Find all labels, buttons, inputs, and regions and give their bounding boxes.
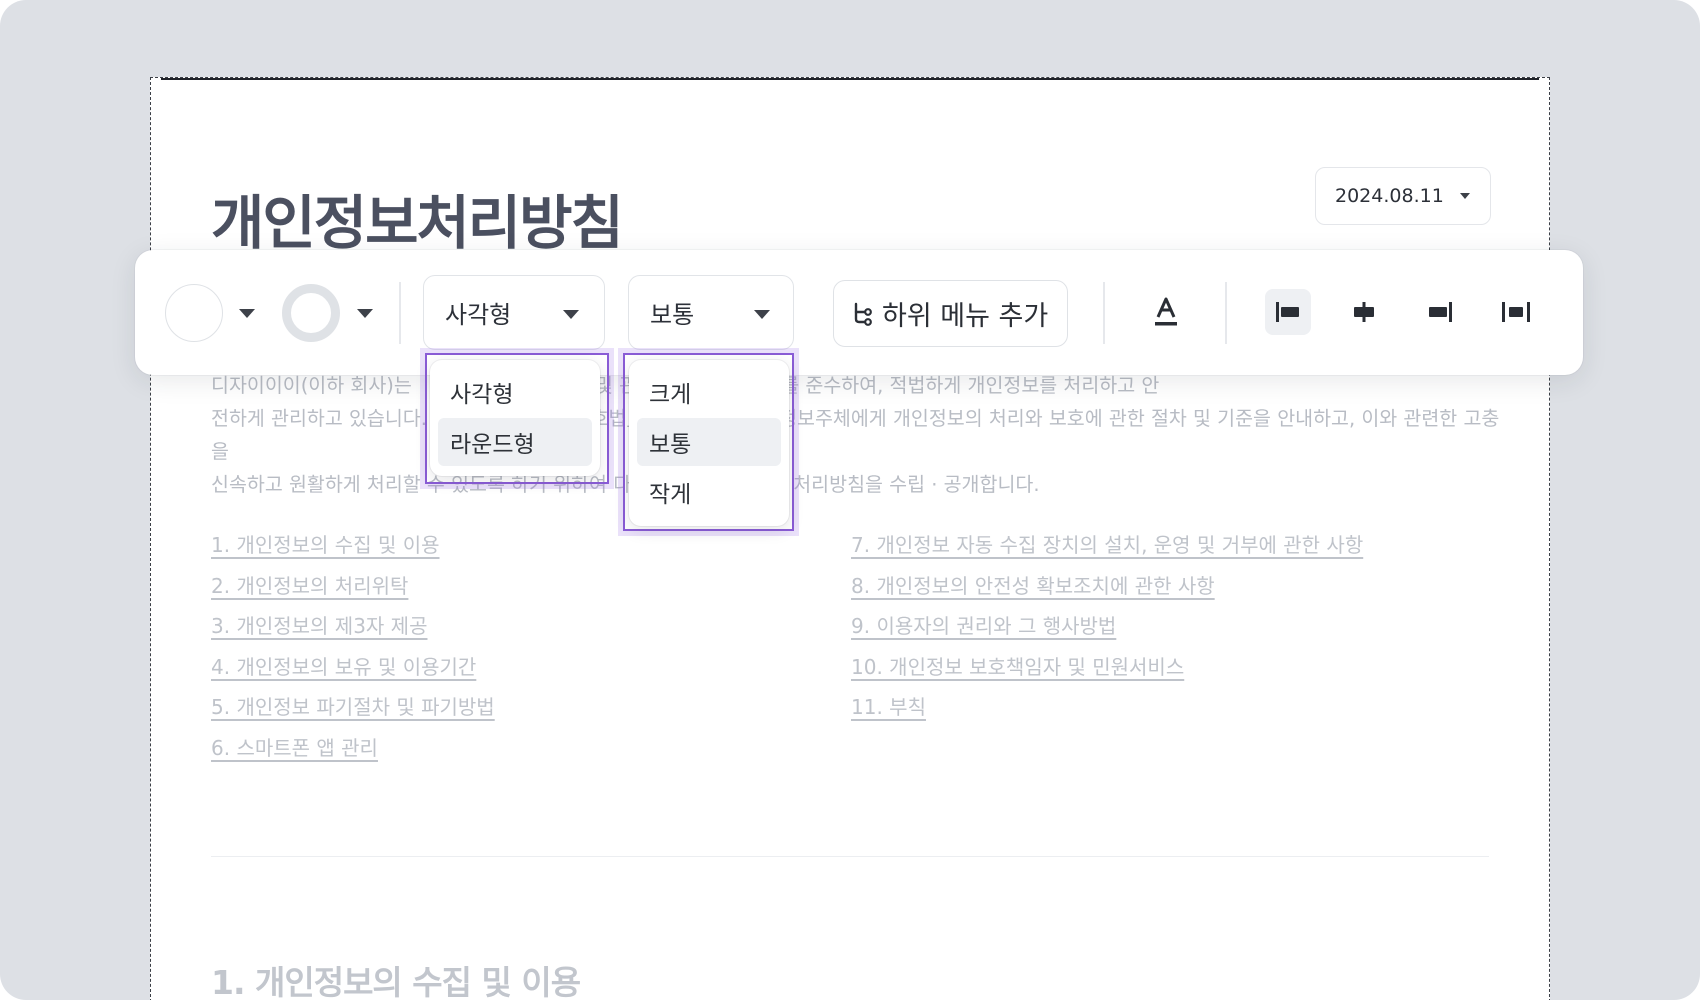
date-select[interactable]: 2024.08.11 bbox=[1315, 167, 1491, 225]
add-submenu-button[interactable]: 하위 메뉴 추가 bbox=[833, 280, 1068, 347]
toc-link[interactable]: 6. 스마트폰 앱 관리 bbox=[211, 728, 495, 769]
shape-option[interactable]: 사각형 bbox=[438, 368, 592, 416]
shape-option[interactable]: 라운드형 bbox=[438, 418, 592, 466]
section-divider bbox=[211, 856, 1489, 857]
toc-link[interactable]: 4. 개인정보의 보유 및 이용기간 bbox=[211, 647, 495, 688]
shape-dropdown: 사각형 라운드형 bbox=[430, 360, 600, 476]
add-submenu-label: 하위 메뉴 추가 bbox=[882, 301, 1049, 332]
align-left-icon bbox=[1276, 302, 1299, 322]
intro-line: 신속하고 원활하게 처리할 수 있도록 하기 위하여 다음과 같이 개인정보 처… bbox=[211, 473, 1040, 496]
text-color-icon bbox=[1155, 297, 1177, 326]
toc-right-column: 7. 개인정보 자동 수집 장치의 설치, 운영 및 거부에 관한 사항 8. … bbox=[851, 525, 1363, 728]
toc-link[interactable]: 11. 부칙 bbox=[851, 687, 1363, 728]
document-page: 개인정보처리방침 2024.08.11 디자이이이(이하 회사)는 「개인정보 … bbox=[150, 77, 1550, 1000]
chevron-down-icon bbox=[1459, 193, 1470, 199]
circle-solid-icon[interactable] bbox=[165, 284, 223, 342]
chevron-down-icon[interactable] bbox=[357, 309, 373, 318]
toc-link[interactable]: 2. 개인정보의 처리위탁 bbox=[211, 566, 495, 607]
align-justify-icon bbox=[1502, 302, 1530, 322]
toolbar-divider bbox=[399, 282, 401, 344]
intro-paragraph: 디자이이이(이하 회사)는 「개인정보 보호법」 및 관계 법령이 정한 바를 … bbox=[211, 369, 1501, 501]
size-option[interactable]: 보통 bbox=[637, 418, 781, 466]
toc-link[interactable]: 8. 개인정보의 안전성 확보조치에 관한 사항 bbox=[851, 566, 1363, 607]
size-option[interactable]: 크게 bbox=[637, 368, 781, 416]
align-center-button[interactable] bbox=[1341, 289, 1387, 335]
intro-line: 전하게 관리하고 있습니다. 이에 「개인정보 보호법」 제30조에 따라 정보… bbox=[211, 407, 1500, 463]
chevron-down-icon bbox=[563, 310, 579, 319]
date-select-value: 2024.08.11 bbox=[1335, 185, 1444, 207]
size-dropdown: 크게 보통 작게 bbox=[629, 360, 789, 526]
shape-select-value: 사각형 bbox=[445, 301, 512, 329]
page-top-border bbox=[161, 78, 1539, 80]
size-option[interactable]: 작게 bbox=[637, 468, 781, 516]
align-right-icon bbox=[1429, 302, 1452, 322]
align-justify-button[interactable] bbox=[1493, 289, 1539, 335]
page-title: 개인정보처리방침 bbox=[211, 189, 624, 257]
toc-link[interactable]: 10. 개인정보 보호책임자 및 민원서비스 bbox=[851, 647, 1363, 688]
toc-link[interactable]: 5. 개인정보 파기절차 및 파기방법 bbox=[211, 687, 495, 728]
circle-ring-icon[interactable] bbox=[282, 284, 340, 342]
align-left-button[interactable] bbox=[1265, 289, 1311, 335]
align-right-button[interactable] bbox=[1417, 289, 1463, 335]
toc-link[interactable]: 7. 개인정보 자동 수집 장치의 설치, 운영 및 거부에 관한 사항 bbox=[851, 525, 1363, 566]
toolbar-divider bbox=[1103, 282, 1105, 344]
align-center-icon bbox=[1354, 302, 1374, 322]
chevron-down-icon bbox=[754, 310, 770, 319]
toolbar-divider bbox=[1225, 282, 1227, 344]
chevron-down-icon[interactable] bbox=[239, 309, 255, 318]
floating-toolbar: 사각형 보통 하위 메뉴 추가 bbox=[135, 250, 1583, 375]
branch-icon bbox=[854, 302, 872, 326]
size-select[interactable]: 보통 bbox=[628, 275, 794, 350]
toc-link[interactable]: 3. 개인정보의 제3자 제공 bbox=[211, 606, 495, 647]
toc-left-column: 1. 개인정보의 수집 및 이용 2. 개인정보의 처리위탁 3. 개인정보의 … bbox=[211, 525, 495, 769]
toc-link[interactable]: 9. 이용자의 권리와 그 행사방법 bbox=[851, 606, 1363, 647]
shape-select[interactable]: 사각형 bbox=[423, 275, 605, 350]
size-select-value: 보통 bbox=[650, 301, 695, 329]
text-color-button[interactable] bbox=[1143, 289, 1189, 335]
canvas-background: 개인정보처리방침 2024.08.11 디자이이이(이하 회사)는 「개인정보 … bbox=[0, 0, 1700, 1000]
toc-link[interactable]: 1. 개인정보의 수집 및 이용 bbox=[211, 525, 495, 566]
section-title: 1. 개인정보의 수집 및 이용 bbox=[211, 963, 581, 1000]
